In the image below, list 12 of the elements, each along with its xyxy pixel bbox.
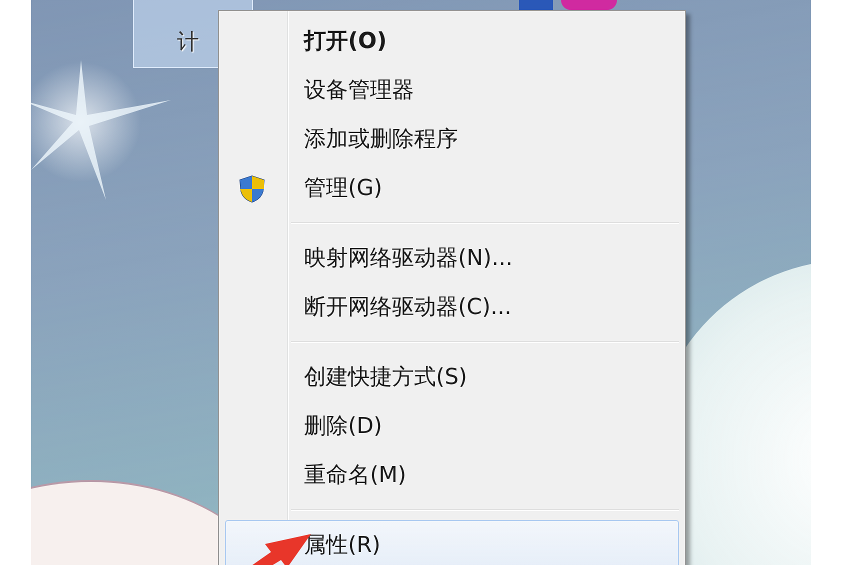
menu-item[interactable]: 重命名(M) xyxy=(225,450,679,499)
menu-item[interactable]: 断开网络驱动器(C)... xyxy=(225,282,679,331)
menu-item[interactable]: 创建快捷方式(S) xyxy=(225,352,679,401)
icon-label: 计 xyxy=(177,29,199,57)
app-icon[interactable] xyxy=(519,0,553,10)
menu-item[interactable]: 管理(G) xyxy=(225,163,679,212)
menu-item[interactable]: 映射网络驱动器(N)... xyxy=(225,233,679,282)
menu-item[interactable]: 设备管理器 xyxy=(225,65,679,114)
menu-item[interactable]: 属性(R) xyxy=(225,520,679,565)
menu-item[interactable]: 删除(D) xyxy=(225,401,679,450)
app-icon[interactable] xyxy=(561,0,617,10)
menu-item[interactable]: 添加或删除程序 xyxy=(225,114,679,163)
